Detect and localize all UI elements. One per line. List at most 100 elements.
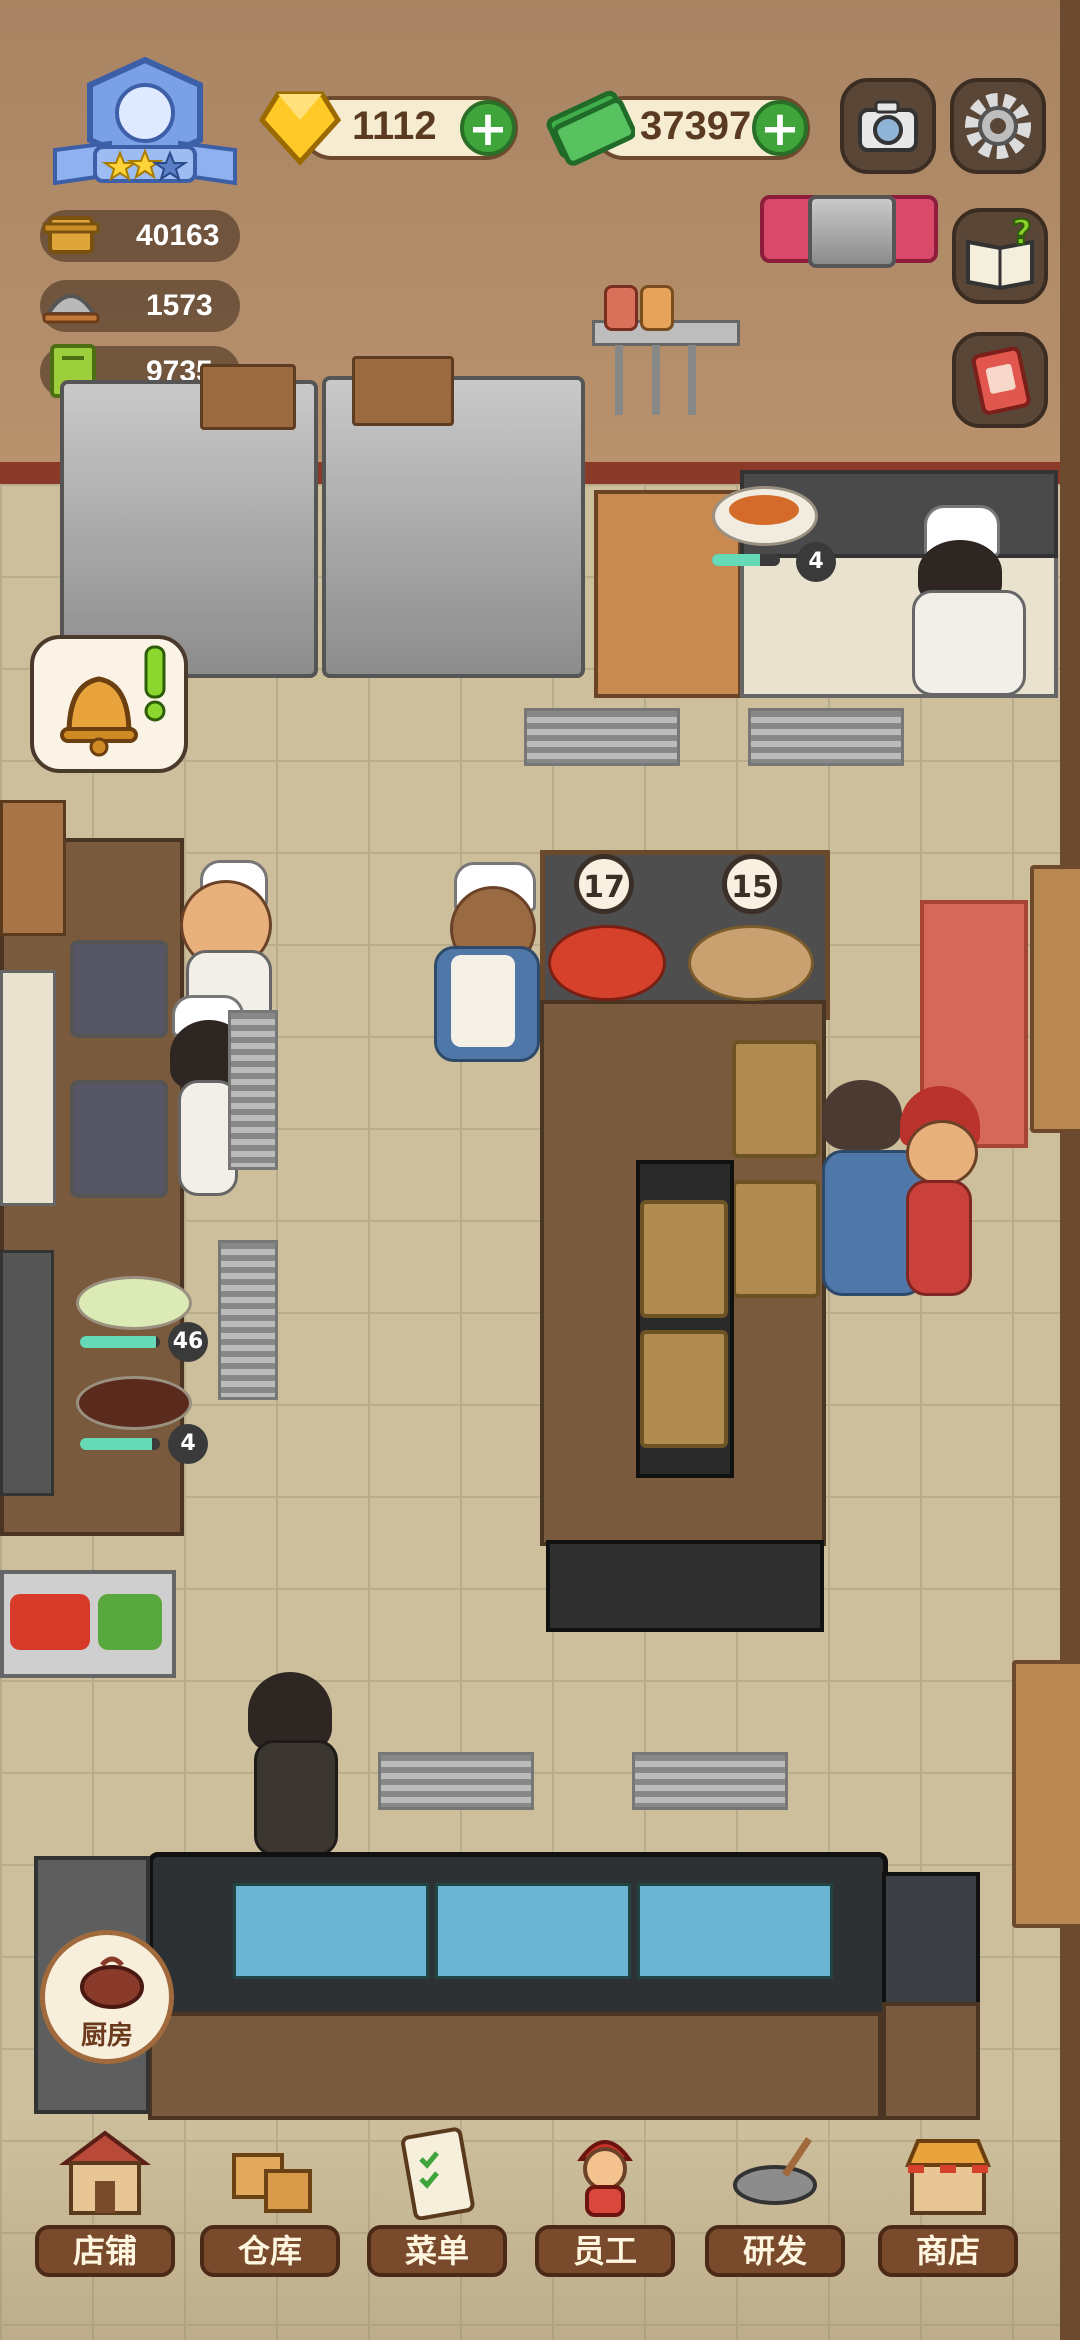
ingredient-count: 4: [168, 1424, 208, 1464]
restaurant-rank-badge[interactable]: [50, 55, 240, 195]
settings-button[interactable]: [950, 78, 1046, 174]
camera-button[interactable]: [840, 78, 936, 174]
serving-tray: [640, 1330, 728, 1448]
add-cash-button[interactable]: +: [752, 100, 808, 156]
clipboard-icon: [401, 2127, 475, 2220]
sink-basin: [637, 1883, 833, 1979]
floor-vent: [524, 708, 680, 766]
gem-amount: 1112: [352, 104, 437, 148]
white-apron: [451, 955, 515, 1047]
stat-value: 40163: [136, 219, 220, 252]
cooking-dish: [712, 486, 818, 546]
nav-menu-button[interactable]: 菜单: [367, 2125, 507, 2277]
nav-store-button[interactable]: 店铺: [35, 2125, 175, 2277]
floor-vent: [378, 1752, 534, 1810]
hot-pot-dish[interactable]: [688, 925, 814, 1001]
stat-value: 1573: [146, 289, 213, 322]
order-notification-bubble[interactable]: [30, 635, 188, 773]
dishwashing-sink[interactable]: [148, 1852, 888, 2022]
plate-stack-station: [882, 1872, 980, 2010]
dish-timer: 17: [574, 854, 634, 914]
boxes-icon: [232, 2153, 312, 2213]
nav-staff-label: 员工: [535, 2225, 675, 2277]
tomatoes: [10, 1594, 90, 1650]
fungus-plate: [76, 1376, 192, 1430]
camera-icon: [858, 100, 918, 152]
vegetable-bin: [0, 1570, 176, 1678]
customer-1-head: [822, 1080, 902, 1150]
sink-cabinet: [148, 2012, 882, 2120]
serving-tray: [732, 1040, 820, 1158]
shop-stall-icon: [905, 2139, 991, 2215]
sink-basin: [435, 1883, 631, 1979]
stove-chef[interactable]: [912, 590, 1026, 696]
fried-dish-food: [729, 495, 799, 525]
kitchen-button[interactable]: 厨房: [40, 1930, 174, 2064]
kitchen-pot-icon: [80, 1956, 144, 2009]
plate-stack-cabinet: [882, 2002, 980, 2120]
cutting-board: [352, 356, 454, 426]
customer-2[interactable]: [906, 1180, 972, 1296]
add-gems-button[interactable]: +: [460, 100, 516, 156]
stove-progress-bar: [712, 554, 780, 566]
nav-research-button[interactable]: 研发: [705, 2125, 845, 2277]
rank-emblem-icon: [53, 56, 237, 186]
spice-jar: [640, 285, 674, 331]
dish-timer: 15: [722, 854, 782, 914]
side-door-upper: [1030, 865, 1080, 1133]
floor-vent: [218, 1240, 278, 1400]
server-chef[interactable]: [434, 946, 540, 1062]
gem-icon: [258, 91, 342, 166]
customer-2-head: [906, 1120, 978, 1186]
ingredient-progress-bar: [80, 1438, 160, 1450]
cutting-board: [200, 364, 296, 430]
bell-icon: [60, 645, 166, 757]
ingredient-progress-bar: [80, 1336, 160, 1348]
spice-jar: [604, 285, 638, 331]
range-hood-duct: [808, 195, 896, 268]
right-wall-edge: [1060, 0, 1080, 2340]
nav-staff-button[interactable]: 员工: [535, 2125, 675, 2277]
pass-counter-base: [546, 1540, 824, 1632]
stat-row-cloche: 1573: [40, 280, 240, 332]
nav-research-label: 研发: [705, 2225, 845, 2277]
ingredient-progress-fill: [80, 1336, 156, 1348]
wok-icon: [733, 2137, 817, 2205]
knife-block: [0, 800, 66, 936]
gear-icon: [965, 93, 1031, 159]
storefront-icon: [59, 2130, 151, 2215]
nav-store-label: 店铺: [35, 2225, 175, 2277]
red-book-icon: [971, 346, 1031, 415]
svg-text:?: ?: [1012, 213, 1032, 253]
cash-icon: [546, 90, 635, 166]
guide-book-button[interactable]: ?: [952, 208, 1048, 304]
boiled-fish-dish[interactable]: [548, 925, 666, 1001]
nav-shop-label: 商店: [878, 2225, 1018, 2277]
floor-vent: [632, 1752, 788, 1810]
nav-warehouse-label: 仓库: [200, 2225, 340, 2277]
serving-tray: [640, 1200, 728, 1318]
ladle: [615, 345, 623, 415]
pot-icon: [42, 216, 100, 254]
ingredient-progress-fill: [80, 1438, 152, 1450]
manager[interactable]: [254, 1740, 338, 1856]
side-door-lower: [1012, 1660, 1080, 1928]
nav-shop-button[interactable]: 商店: [878, 2125, 1018, 2277]
kitchen-button-label: 厨房: [80, 2021, 133, 2051]
serving-tray: [732, 1180, 820, 1298]
stove-dish-count: 4: [796, 542, 836, 582]
help-book-icon: ?: [966, 212, 1034, 291]
ingredient-count: 46: [168, 1322, 208, 1362]
cabbage-plate: [76, 1276, 192, 1330]
mail-button[interactable]: [952, 332, 1048, 428]
sink-basin: [233, 1883, 429, 1979]
dish-rack: [0, 1250, 54, 1496]
wash-basin: [70, 940, 168, 1038]
peppers: [98, 1594, 162, 1650]
nav-warehouse-button[interactable]: 仓库: [200, 2125, 340, 2277]
floor-vent: [748, 708, 904, 766]
floor-vent: [228, 1010, 278, 1170]
fish-board: [0, 970, 56, 1206]
staff-girl-icon: [577, 2140, 633, 2217]
serving-cloche-icon: [42, 294, 100, 324]
